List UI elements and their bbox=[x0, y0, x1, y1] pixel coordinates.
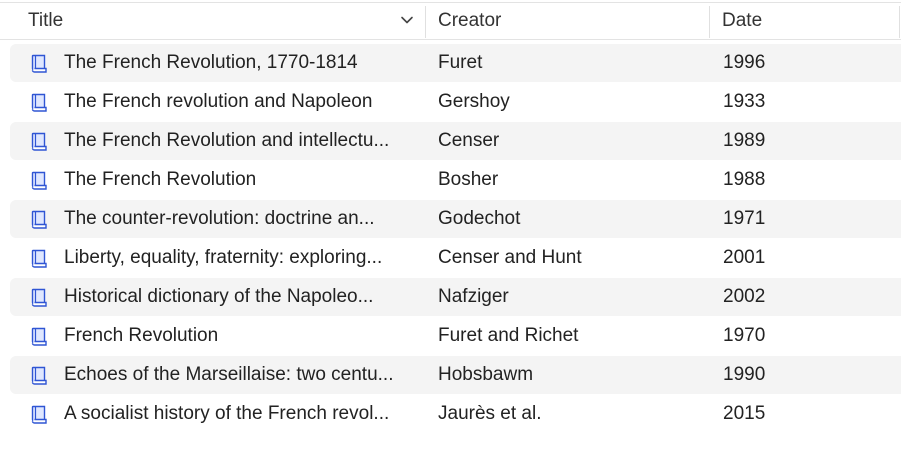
row-date: 1933 bbox=[723, 91, 766, 112]
row-title: The counter-revolution: doctrine an... bbox=[64, 208, 375, 229]
column-divider[interactable] bbox=[899, 6, 900, 38]
book-icon bbox=[28, 91, 50, 113]
item-list-view: Title Creator Date The French Revolution… bbox=[0, 0, 901, 466]
row-creator: Jaurès et al. bbox=[438, 403, 542, 424]
row-creator: Hobsbawm bbox=[438, 364, 534, 385]
row-date: 1988 bbox=[723, 169, 766, 190]
column-header-date[interactable]: Date bbox=[710, 3, 899, 39]
table-row[interactable]: French Revolution Furet and Richet 1970 bbox=[10, 317, 901, 355]
row-creator: Gershoy bbox=[438, 91, 510, 112]
book-icon bbox=[28, 325, 50, 347]
table-row[interactable]: Echoes of the Marseillaise: two centu...… bbox=[10, 356, 901, 394]
book-icon bbox=[28, 403, 50, 425]
row-title: Liberty, equality, fraternity: exploring… bbox=[64, 247, 383, 268]
row-title: Historical dictionary of the Napoleo... bbox=[64, 286, 374, 307]
row-date: 1989 bbox=[723, 130, 766, 151]
book-icon bbox=[28, 247, 50, 269]
row-title: The French revolution and Napoleon bbox=[64, 91, 373, 112]
book-icon bbox=[28, 208, 50, 230]
row-date: 1990 bbox=[723, 364, 766, 385]
table-row[interactable]: Historical dictionary of the Napoleo... N… bbox=[10, 278, 901, 316]
row-creator: Censer bbox=[438, 130, 500, 151]
row-title: The French Revolution and intellectu... bbox=[64, 130, 390, 151]
row-title: The French Revolution bbox=[64, 169, 257, 190]
row-creator: Nafziger bbox=[438, 286, 509, 307]
book-icon bbox=[28, 130, 50, 152]
table-row[interactable]: The French revolution and Napoleon Gersho… bbox=[10, 83, 901, 121]
row-title: Echoes of the Marseillaise: two centu... bbox=[64, 364, 394, 385]
row-date: 1970 bbox=[723, 325, 766, 346]
row-title: A socialist history of the French revol.… bbox=[64, 403, 390, 424]
column-header-row: Title Creator Date bbox=[0, 2, 901, 40]
table-row[interactable]: The French Revolution, 1770-1814 Furet 199… bbox=[10, 44, 901, 82]
column-header-title[interactable]: Title bbox=[0, 3, 425, 39]
row-date: 2002 bbox=[723, 286, 766, 307]
table-row[interactable]: The counter-revolution: doctrine an... Go… bbox=[10, 200, 901, 238]
row-date: 1971 bbox=[723, 208, 766, 229]
table-row[interactable]: The French Revolution and intellectu... C… bbox=[10, 122, 901, 160]
book-icon bbox=[28, 52, 50, 74]
book-icon bbox=[28, 364, 50, 386]
table-row[interactable]: The French Revolution Bosher 1988 bbox=[10, 161, 901, 199]
chevron-down-icon[interactable] bbox=[400, 13, 414, 27]
column-header-creator-label: Creator bbox=[438, 10, 502, 31]
row-date: 2001 bbox=[723, 247, 766, 268]
row-title: The French Revolution, 1770-1814 bbox=[64, 52, 358, 73]
column-header-creator[interactable]: Creator bbox=[426, 3, 709, 39]
row-title: French Revolution bbox=[64, 325, 219, 346]
row-creator: Godechot bbox=[438, 208, 521, 229]
book-icon bbox=[28, 286, 50, 308]
row-creator: Bosher bbox=[438, 169, 499, 190]
column-header-title-label: Title bbox=[28, 10, 64, 31]
column-header-date-label: Date bbox=[722, 10, 763, 31]
table-row[interactable]: A socialist history of the French revol.… bbox=[10, 395, 901, 433]
book-icon bbox=[28, 169, 50, 191]
row-creator: Furet and Richet bbox=[438, 325, 579, 346]
table-row[interactable]: Liberty, equality, fraternity: exploring… bbox=[10, 239, 901, 277]
row-creator: Censer and Hunt bbox=[438, 247, 582, 268]
row-creator: Furet bbox=[438, 52, 483, 73]
row-date: 1996 bbox=[723, 52, 766, 73]
row-date: 2015 bbox=[723, 403, 766, 424]
